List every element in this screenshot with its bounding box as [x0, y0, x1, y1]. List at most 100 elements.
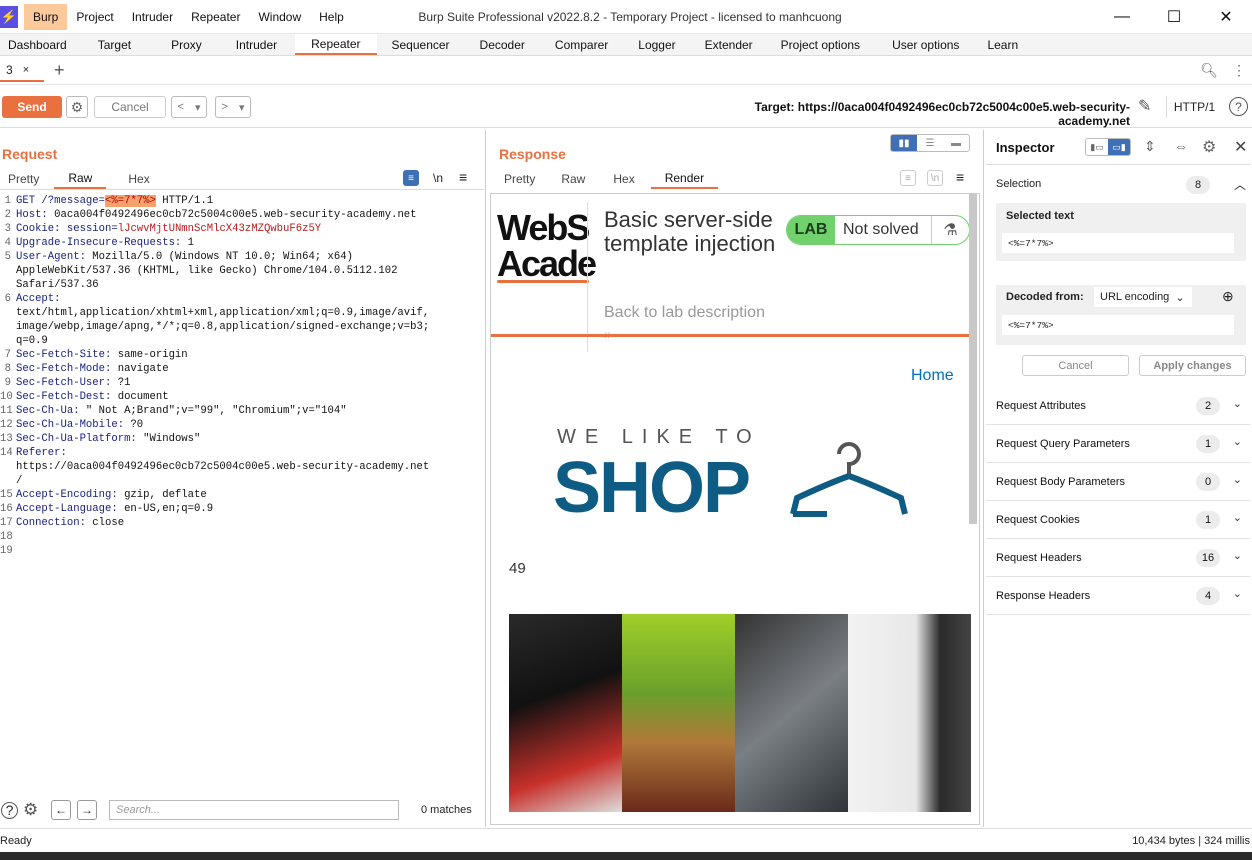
line-number	[0, 474, 11, 488]
request-search-input[interactable]: Search...	[109, 800, 399, 820]
previous-match-arrow-icon[interactable]: ←	[51, 800, 71, 820]
request-tab-pretty[interactable]: Pretty	[0, 169, 54, 189]
help-icon[interactable]: ?	[1, 801, 18, 819]
word-wrap-icon[interactable]: ≡	[403, 170, 419, 186]
response-tab-raw[interactable]: Raw	[549, 169, 601, 189]
minimize-icon[interactable]: —	[1096, 0, 1148, 34]
inspector-section[interactable]: Request Cookies 1 ⌄	[986, 501, 1250, 539]
render-scrollbar[interactable]	[969, 194, 977, 524]
match-count: 0 matches	[421, 804, 472, 816]
chevron-down-icon: ⌄	[1232, 550, 1242, 562]
gear-icon[interactable]: ⚙	[23, 800, 38, 820]
line-content: User-Agent: Mozilla/5.0 (Windows NT 10.0…	[11, 250, 353, 264]
chevron-left-icon: <	[177, 101, 184, 113]
request-tab-raw[interactable]: Raw	[54, 169, 107, 189]
response-tab-render[interactable]: Render	[650, 169, 719, 189]
back-to-lab-link[interactable]: Back to lab description	[604, 304, 765, 322]
tab-repeater[interactable]: Repeater	[295, 34, 377, 55]
window-title: Burp Suite Professional v2022.8.2 - Temp…	[418, 10, 842, 24]
tab-extender[interactable]: Extender	[691, 34, 767, 55]
back-history-button[interactable]: < ▾	[171, 96, 207, 118]
chevron-up-icon[interactable]: ︿	[1234, 176, 1246, 193]
request-line: 13 Sec-Ch-Ua-Platform: "Windows"	[0, 432, 484, 446]
tab-intruder[interactable]: Intruder	[224, 34, 295, 55]
inspector-settings-gear-icon[interactable]: ⚙	[1202, 137, 1216, 157]
repeater-tab-3[interactable]: 3 ×	[0, 60, 44, 82]
response-title: Response	[499, 146, 566, 162]
line-content: Sec-Fetch-User: ?1	[11, 376, 130, 390]
header-divider	[587, 202, 588, 352]
menu-window[interactable]: Window	[249, 4, 310, 30]
inspector-section[interactable]: Request Query Parameters 1 ⌄	[986, 425, 1250, 463]
show-newlines-icon[interactable]: \n	[927, 170, 943, 186]
inspector-close-icon[interactable]: ✕	[1234, 137, 1247, 157]
maximize-icon[interactable]: ☐	[1148, 0, 1200, 34]
add-decoding-icon[interactable]: ⊕	[1222, 288, 1234, 305]
tab-user-options[interactable]: User options	[876, 34, 975, 55]
menu-project[interactable]: Project	[67, 4, 122, 30]
home-link[interactable]: Home	[911, 367, 954, 385]
next-match-arrow-icon[interactable]: →	[77, 800, 97, 820]
dock-right-icon[interactable]: ▭▮	[1108, 139, 1130, 155]
word-wrap-icon[interactable]: ≡	[900, 170, 916, 186]
show-newlines-toggle[interactable]: \n	[433, 171, 443, 185]
close-icon[interactable]: ✕	[1200, 0, 1252, 34]
edit-target-pencil-icon[interactable]: ✎	[1138, 96, 1151, 116]
line-number: 17	[0, 517, 13, 529]
menu-repeater[interactable]: Repeater	[182, 4, 249, 30]
tab-comparer[interactable]: Comparer	[540, 34, 623, 55]
tab-decoder[interactable]: Decoder	[465, 34, 540, 55]
collapse-all-icon[interactable]: ⇔	[1174, 138, 1188, 154]
line-part: Connection:	[16, 517, 86, 529]
split-horizontal-icon[interactable]: ▮▮	[891, 135, 917, 151]
repeater-tab-label: 3	[6, 63, 13, 77]
tabs-layout-icon[interactable]: ▬	[943, 135, 969, 151]
inspector-section[interactable]: Request Attributes 2 ⌄	[986, 387, 1250, 425]
line-number: 4	[4, 237, 11, 249]
tab-project-options[interactable]: Project options	[767, 34, 876, 55]
help-icon[interactable]: ?	[1229, 97, 1248, 116]
request-menu-icon[interactable]: ≡	[459, 169, 467, 185]
decoded-value[interactable]: <%=7*7%>	[1002, 315, 1234, 335]
selection-label[interactable]: Selection	[996, 178, 1041, 190]
apply-changes-button[interactable]: Apply changes	[1139, 355, 1246, 376]
web-security-academy-logo: WebS Acade	[497, 210, 597, 284]
tab-target[interactable]: Target	[80, 34, 153, 55]
inspector-section[interactable]: Request Headers 16 ⌄	[986, 539, 1250, 577]
tab-learn[interactable]: Learn	[975, 34, 1031, 55]
response-menu-icon[interactable]: ≡	[956, 169, 964, 185]
http-version-toggle[interactable]: HTTP/1	[1166, 96, 1222, 118]
menu-intruder[interactable]: Intruder	[123, 4, 182, 30]
inspector-divider	[986, 164, 1250, 165]
inspector-cancel-button[interactable]: Cancel	[1022, 355, 1129, 376]
chevron-down-icon: ⌄	[1232, 512, 1242, 524]
add-tab-icon[interactable]: +	[54, 60, 65, 81]
line-part: ?1	[111, 377, 131, 389]
encoding-select[interactable]: URL encoding ⌄	[1094, 287, 1192, 307]
inspector-section[interactable]: Response Headers 4 ⌄	[986, 577, 1250, 615]
request-editor[interactable]: 1 GET /?message=<%=7*7%> HTTP/1.1 2 Host: 0…	[0, 194, 484, 558]
inspector-section-label: Request Query Parameters	[996, 437, 1130, 450]
inspector-section[interactable]: Request Body Parameters 0 ⌄	[986, 463, 1250, 501]
settings-gear-icon[interactable]: ⚙	[66, 96, 88, 118]
cancel-button[interactable]: Cancel	[94, 96, 166, 118]
expand-all-icon[interactable]: ⇕	[1144, 138, 1156, 155]
menu-burp[interactable]: Burp	[24, 4, 68, 30]
tab-sequencer[interactable]: Sequencer	[377, 34, 465, 55]
request-tab-hex[interactable]: Hex	[106, 169, 161, 189]
tab-logger[interactable]: Logger	[623, 34, 690, 55]
search-icon[interactable]: 🔍︎	[1200, 62, 1218, 79]
close-tab-icon[interactable]: ×	[23, 64, 29, 76]
tab-dashboard[interactable]: Dashboard	[0, 34, 80, 55]
response-tab-hex[interactable]: Hex	[601, 169, 650, 189]
tab-proxy[interactable]: Proxy	[153, 34, 224, 55]
selected-text-value[interactable]: <%=7*7%>	[1002, 233, 1234, 253]
more-vertical-icon[interactable]: ⋮	[1232, 62, 1246, 79]
split-vertical-icon[interactable]: ☰	[917, 135, 943, 151]
logo-line-bottom: Acade	[497, 243, 597, 284]
dock-left-icon[interactable]: ▮▭	[1086, 139, 1108, 155]
line-part: navigate	[111, 363, 169, 375]
forward-history-button[interactable]: > ▾	[215, 96, 251, 118]
send-button[interactable]: Send	[2, 96, 62, 118]
response-tab-pretty[interactable]: Pretty	[490, 169, 549, 189]
